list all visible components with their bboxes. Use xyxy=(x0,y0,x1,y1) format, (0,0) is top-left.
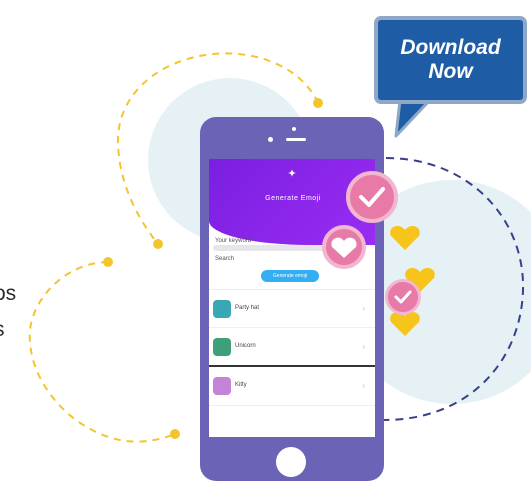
heart-badge xyxy=(322,225,366,269)
side-text-line: os xyxy=(0,282,17,305)
phone-mockup: ✦ Generate Emoji Your keyword Search Gen… xyxy=(200,117,384,481)
emoji-thumbnail xyxy=(213,338,231,356)
keyword-label: Your keyword xyxy=(215,238,252,244)
divider xyxy=(209,289,375,290)
path-dot xyxy=(313,98,323,108)
divider xyxy=(209,405,375,406)
heart-icon xyxy=(331,237,357,258)
check-badge xyxy=(385,279,421,315)
chevron-right-icon: › xyxy=(362,342,365,351)
path-dot xyxy=(170,429,180,439)
list-item[interactable]: Unicorn › xyxy=(209,334,375,362)
emoji-thumbnail xyxy=(213,377,231,395)
promo-stage: os s ✦ Generate Emoji Your keyword Searc… xyxy=(0,0,531,483)
app-logo-icon: ✦ xyxy=(287,168,297,180)
path-dot xyxy=(103,257,113,267)
callout-label: Download Now xyxy=(378,36,523,84)
callout-line: Now xyxy=(428,60,473,83)
list-item-label: Party hat xyxy=(235,305,260,311)
home-button[interactable] xyxy=(276,447,306,477)
chevron-right-icon: › xyxy=(362,381,365,390)
search-label: Search xyxy=(215,256,235,262)
check-icon xyxy=(394,290,412,304)
dashed-path xyxy=(28,261,176,443)
path-dot xyxy=(153,239,163,249)
check-badge xyxy=(346,171,398,223)
download-now-callout[interactable]: Download Now xyxy=(374,16,527,104)
list-item-label: Unicorn xyxy=(235,343,256,349)
camera-dot xyxy=(292,127,296,131)
camera-icon xyxy=(268,137,273,142)
divider xyxy=(209,327,375,328)
list-item[interactable]: Kitty › xyxy=(209,373,375,401)
side-text-line: s xyxy=(0,318,5,342)
divider xyxy=(209,365,375,367)
emoji-thumbnail xyxy=(213,300,231,318)
list-item[interactable]: Party hat › xyxy=(209,296,375,324)
callout-tail xyxy=(394,98,432,138)
callout-line: Download xyxy=(400,36,501,59)
app-header-title: Generate Emoji xyxy=(265,195,321,202)
check-icon xyxy=(359,187,385,207)
generate-button[interactable]: Generate emoji xyxy=(261,270,319,282)
list-item-label: Kitty xyxy=(235,382,247,388)
chevron-right-icon: › xyxy=(362,304,365,313)
speaker-slot xyxy=(286,138,306,141)
